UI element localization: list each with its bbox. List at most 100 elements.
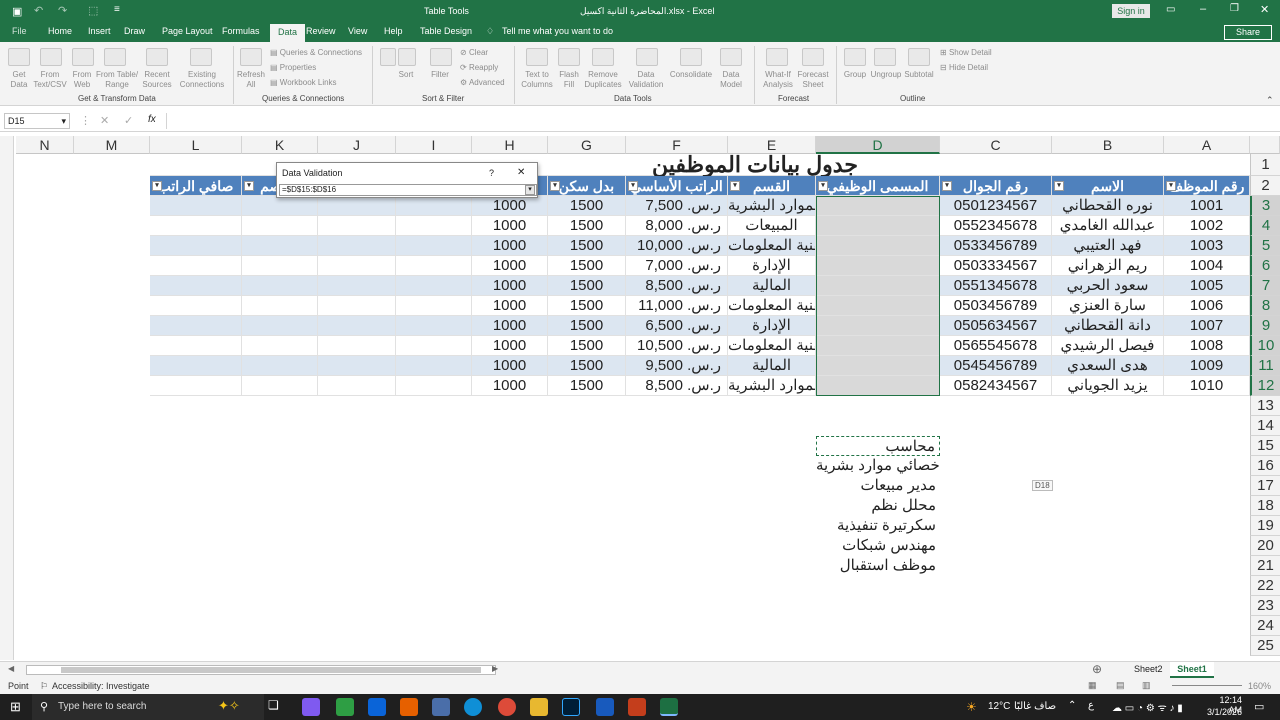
table-cell-empty[interactable]: [150, 356, 242, 376]
row-header-22[interactable]: 22: [1250, 576, 1280, 596]
column-header-c[interactable]: C: [940, 136, 1052, 154]
table-cell-salary[interactable]: ر.س. 8,000: [626, 216, 728, 236]
accessibility-status[interactable]: Accessibility: Investigate: [52, 681, 150, 691]
table-header[interactable]: بدل سكن ▾: [548, 176, 626, 196]
refresh-all-button[interactable]: Refresh All: [234, 70, 268, 90]
table-cell-housing[interactable]: 1500: [548, 236, 626, 256]
table-cell-phone[interactable]: 0552345678: [940, 216, 1052, 236]
forecast-sheet-button[interactable]: Forecast Sheet: [796, 70, 830, 90]
edge-icon[interactable]: [464, 698, 482, 716]
table-cell-empty[interactable]: [150, 236, 242, 256]
tab-sheet2[interactable]: Sheet2: [1134, 664, 1163, 674]
table-cell-empty[interactable]: [150, 256, 242, 276]
table-cell-transport[interactable]: 1000: [472, 276, 548, 296]
row-header-5[interactable]: 5: [1250, 236, 1280, 256]
sort-button[interactable]: Sort: [394, 70, 418, 80]
table-cell-dept[interactable]: تقنية المعلومات: [728, 336, 816, 356]
table-cell-id[interactable]: 1010: [1164, 376, 1250, 396]
source-input[interactable]: =$D$15:$D$16 ▾: [279, 184, 537, 196]
tell-me-input[interactable]: Tell me what you want to do: [502, 26, 613, 36]
table-cell-name[interactable]: يزيد الجوياني: [1052, 376, 1164, 396]
table-cell-name[interactable]: نوره القحطاني: [1052, 196, 1164, 216]
job-title-cell[interactable]: [816, 236, 940, 256]
table-cell-housing[interactable]: 1500: [548, 376, 626, 396]
help-icon[interactable]: ?: [489, 168, 494, 178]
job-title-option[interactable]: موظف استقبال: [816, 556, 940, 576]
share-button[interactable]: Share: [1224, 25, 1272, 40]
table-header[interactable]: المسمى الوظيفي ▾: [816, 176, 940, 196]
hide-detail-button[interactable]: ⊟ Hide Detail: [940, 63, 988, 73]
job-title-cell[interactable]: [816, 276, 940, 296]
row-header-3[interactable]: 3: [1250, 196, 1280, 216]
table-cell-salary[interactable]: ر.س. 8,500: [626, 376, 728, 396]
sign-in-button[interactable]: Sign in: [1112, 4, 1150, 18]
table-cell-id[interactable]: 1004: [1164, 256, 1250, 276]
zoom-level[interactable]: 160%: [1248, 681, 1271, 691]
cancel-icon[interactable]: ✕: [100, 114, 109, 127]
filter-dropdown-icon[interactable]: ▾: [818, 181, 828, 191]
table-cell-transport[interactable]: 1000: [472, 356, 548, 376]
table-cell-housing[interactable]: 1500: [548, 196, 626, 216]
table-cell-id[interactable]: 1008: [1164, 336, 1250, 356]
advanced-button[interactable]: ⚙ Advanced: [460, 78, 505, 88]
table-cell-empty[interactable]: [318, 296, 396, 316]
table-cell-empty[interactable]: [150, 376, 242, 396]
table-cell-empty[interactable]: [318, 336, 396, 356]
excel-icon[interactable]: [660, 698, 678, 716]
job-title-option[interactable]: مهندس شبكات: [816, 536, 940, 556]
table-cell-empty[interactable]: [396, 296, 472, 316]
consolidate-button[interactable]: Consolidate: [668, 70, 714, 80]
table-cell-salary[interactable]: ر.س. 9,500: [626, 356, 728, 376]
table-cell-phone[interactable]: 0503456789: [940, 296, 1052, 316]
add-sheet-icon[interactable]: ⊕: [1092, 662, 1102, 676]
table-cell-phone[interactable]: 0505634567: [940, 316, 1052, 336]
table-cell-phone[interactable]: 0501234567: [940, 196, 1052, 216]
job-title-option[interactable]: سكرتيرة تنفيذية: [816, 516, 940, 536]
tab-review[interactable]: Review: [306, 26, 336, 36]
table-cell-name[interactable]: سارة العنزي: [1052, 296, 1164, 316]
insert-function-icon[interactable]: fx: [148, 114, 156, 125]
table-cell-id[interactable]: 1003: [1164, 236, 1250, 256]
word-icon[interactable]: [596, 698, 614, 716]
tab-formulas[interactable]: Formulas: [222, 26, 260, 36]
file-explorer-icon[interactable]: [530, 698, 548, 716]
enter-icon[interactable]: ✓: [124, 114, 133, 127]
get-data-button[interactable]: Get Data: [4, 70, 34, 90]
column-header-l[interactable]: L: [150, 136, 242, 154]
table-header[interactable]: رقم الجوال ▾: [940, 176, 1052, 196]
tab-help[interactable]: Help: [384, 26, 403, 36]
collapse-ribbon-icon[interactable]: ⌃: [1266, 95, 1274, 106]
column-header-j[interactable]: J: [318, 136, 396, 154]
workbook-links-button[interactable]: ▤ Workbook Links: [270, 78, 337, 88]
job-title-cell[interactable]: [816, 336, 940, 356]
filter-dropdown-icon[interactable]: ▾: [1054, 181, 1064, 191]
filter-dropdown-icon[interactable]: ▾: [550, 181, 560, 191]
chrome-icon[interactable]: [498, 698, 516, 716]
tab-insert[interactable]: Insert: [88, 26, 111, 36]
redo-icon[interactable]: ↷: [58, 4, 67, 17]
table-cell-empty[interactable]: [396, 276, 472, 296]
row-header-18[interactable]: 18: [1250, 496, 1280, 516]
row-header-14[interactable]: 14: [1250, 416, 1280, 436]
scrollbar-thumb[interactable]: [61, 667, 481, 673]
table-cell-empty[interactable]: [242, 296, 318, 316]
row-header-25[interactable]: 25: [1250, 636, 1280, 656]
table-cell-empty[interactable]: [242, 316, 318, 336]
row-header-4[interactable]: 4: [1250, 216, 1280, 236]
scroll-left-icon[interactable]: ◀: [8, 664, 14, 673]
table-cell-name[interactable]: فيصل الرشيدي: [1052, 336, 1164, 356]
from-text-csv-button[interactable]: From Text/CSV: [32, 70, 68, 90]
minimize-icon[interactable]: –: [1200, 3, 1206, 15]
table-cell-empty[interactable]: [242, 256, 318, 276]
table-cell-empty[interactable]: [396, 216, 472, 236]
row-header-15[interactable]: 15: [1250, 436, 1280, 456]
table-cell-empty[interactable]: [150, 276, 242, 296]
table-cell-dept[interactable]: الإدارة: [728, 316, 816, 336]
data-model-button[interactable]: Data Model: [714, 70, 748, 90]
table-header[interactable]: الراتب الأساسي ▾: [626, 176, 728, 196]
table-cell-salary[interactable]: ر.س. 7,500: [626, 196, 728, 216]
table-cell-empty[interactable]: [318, 356, 396, 376]
tab-sheet1[interactable]: Sheet1: [1170, 662, 1214, 678]
notifications-icon[interactable]: ▭: [1254, 700, 1264, 713]
task-view-icon[interactable]: ❏: [268, 698, 286, 716]
